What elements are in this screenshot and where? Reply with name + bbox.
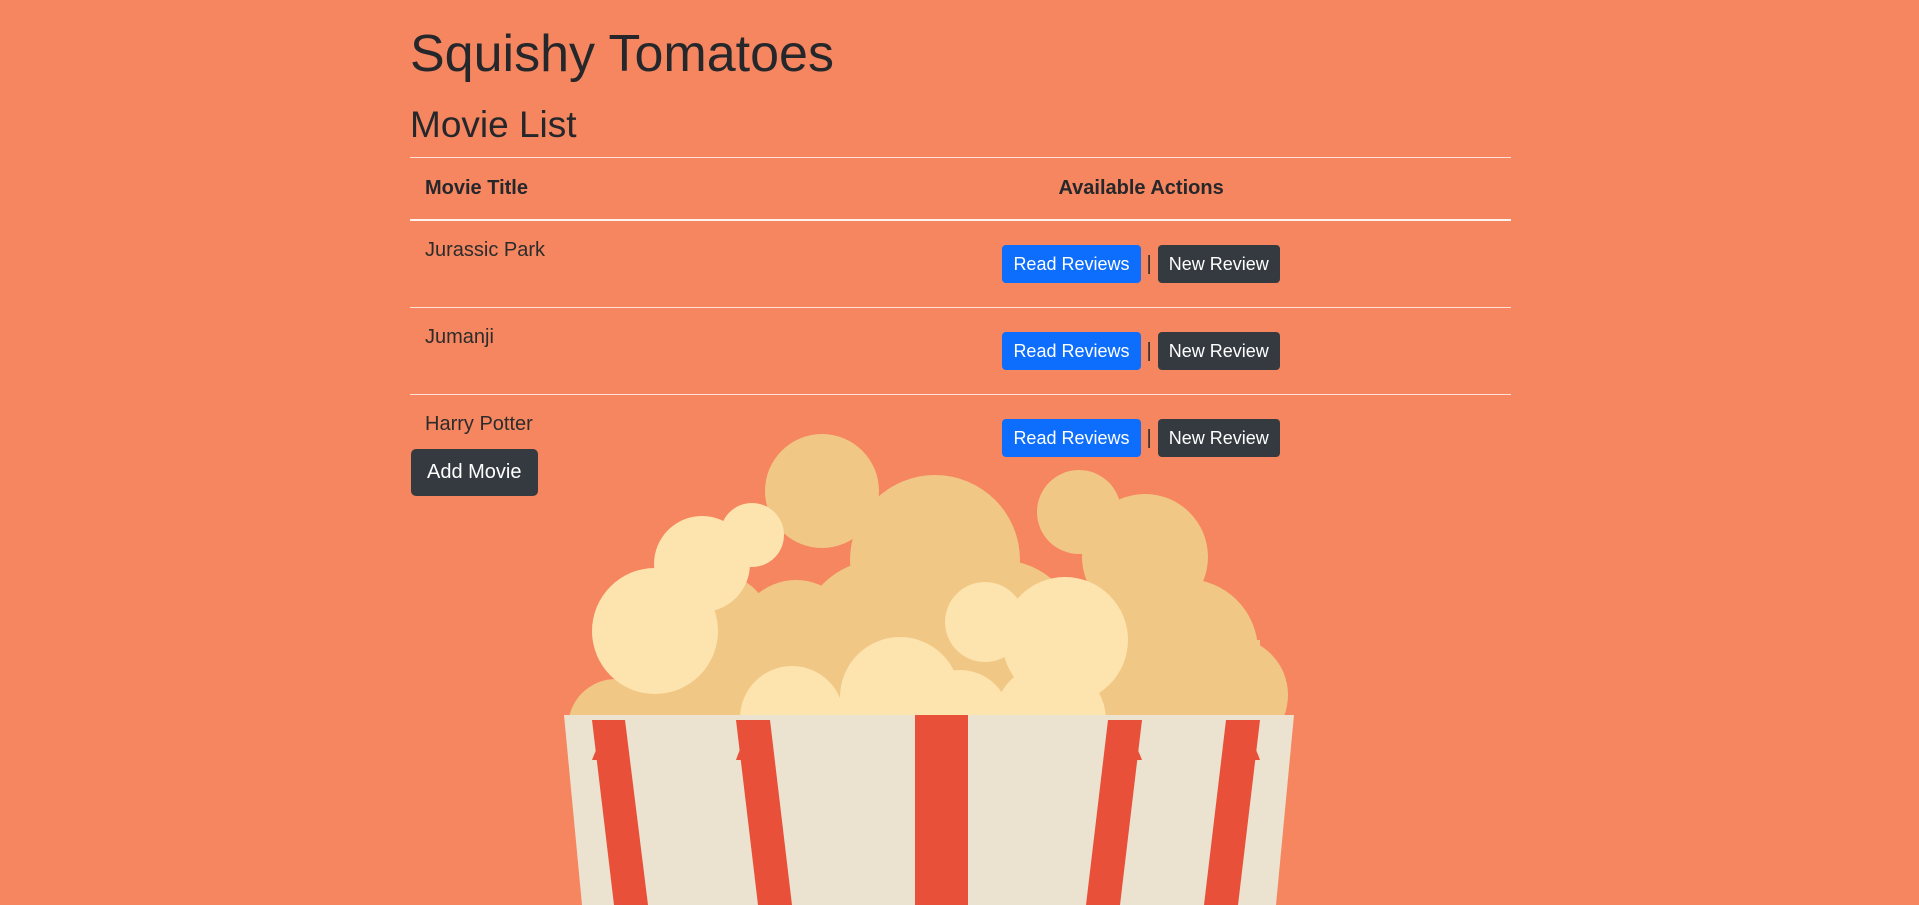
add-movie-button[interactable]: Add Movie [411,449,538,496]
actions-cell: Read Reviews | New Review [771,394,1511,481]
table-row: Jurassic Park Read Reviews | New Review [410,219,1511,308]
site-title: Squishy Tomatoes [410,25,834,83]
movie-title-cell: Jumanji [410,307,772,395]
column-header-movie-title: Movie Title [410,157,772,221]
new-review-button[interactable]: New Review [1157,332,1280,370]
action-separator: | [1146,339,1152,362]
actions-cell: Read Reviews | New Review [771,307,1511,395]
table-row: Jumanji Read Reviews | New Review [410,307,1511,395]
new-review-button[interactable]: New Review [1157,245,1280,283]
page-title: Movie List [410,104,577,145]
movie-title-cell: Jurassic Park [410,219,772,308]
new-review-button[interactable]: New Review [1157,419,1280,457]
actions-cell: Read Reviews | New Review [771,219,1511,308]
read-reviews-button[interactable]: Read Reviews [1002,332,1141,370]
action-separator: | [1146,252,1152,275]
read-reviews-button[interactable]: Read Reviews [1002,419,1141,457]
table-header-row: Movie Title Available Actions [410,157,1511,221]
action-separator: | [1146,426,1152,449]
column-header-available-actions: Available Actions [771,157,1511,221]
read-reviews-button[interactable]: Read Reviews [1002,245,1141,283]
table-row: Harry Potter Read Reviews | New Review [410,394,1511,481]
movie-table: Movie Title Available Actions Jurassic P… [410,157,1511,481]
